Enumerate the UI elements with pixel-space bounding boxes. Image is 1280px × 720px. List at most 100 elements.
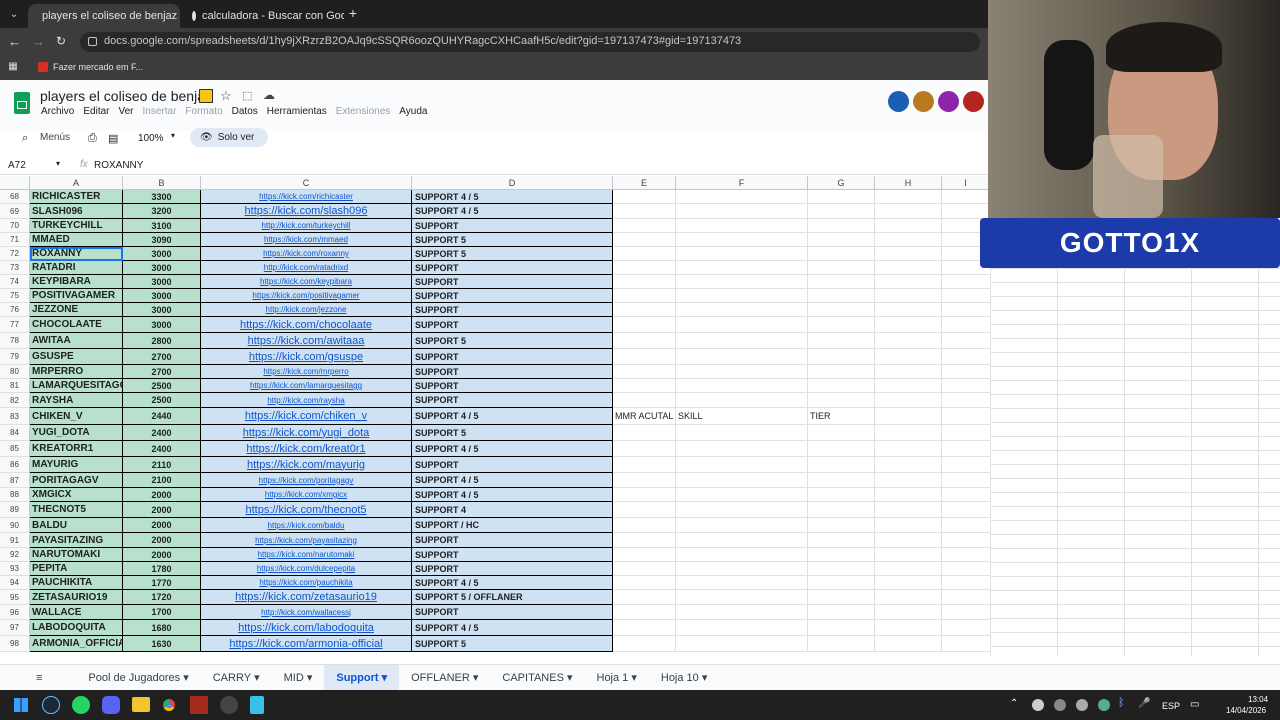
player-name-cell[interactable]: THECNOT5: [30, 502, 123, 518]
player-name-cell[interactable]: KEYPIBARA: [30, 275, 123, 289]
cell-f[interactable]: [676, 620, 808, 636]
row-number[interactable]: 83: [0, 408, 30, 425]
row-number[interactable]: 75: [0, 289, 30, 303]
tray-icon[interactable]: [1032, 699, 1044, 711]
column-header-h[interactable]: H: [875, 176, 942, 190]
cell-g[interactable]: [808, 502, 875, 518]
cell-e[interactable]: [613, 317, 676, 333]
cell-f[interactable]: [676, 289, 808, 303]
cell-h[interactable]: [875, 261, 942, 275]
player-name-cell[interactable]: AWITAA: [30, 333, 123, 349]
cell-f[interactable]: [676, 488, 808, 502]
role-cell[interactable]: SUPPORT: [412, 317, 613, 333]
chrome-icon[interactable]: [160, 696, 178, 714]
kick-link-cell[interactable]: https://kick.com/xmgicx: [201, 488, 412, 502]
cell-e[interactable]: [613, 289, 676, 303]
cell-i[interactable]: [942, 204, 990, 219]
role-cell[interactable]: SUPPORT 4 / 5: [412, 441, 613, 457]
cell-g[interactable]: [808, 303, 875, 317]
cell-e[interactable]: [613, 204, 676, 219]
cell-h[interactable]: [875, 365, 942, 379]
mmr-cell[interactable]: 3100: [123, 219, 201, 233]
cell-g[interactable]: [808, 441, 875, 457]
sheet-tab[interactable]: Pool de Jugadores ▾: [76, 665, 200, 691]
cell-g[interactable]: [808, 636, 875, 652]
mmr-cell[interactable]: 3000: [123, 275, 201, 289]
role-cell[interactable]: SUPPORT 4 / 5: [412, 620, 613, 636]
row-number[interactable]: 86: [0, 457, 30, 473]
role-cell[interactable]: SUPPORT: [412, 379, 613, 393]
mmr-cell[interactable]: 2000: [123, 518, 201, 533]
browser-tab-search[interactable]: calculadora - Buscar con Googl: [184, 4, 344, 28]
cell-e[interactable]: [613, 219, 676, 233]
sheet-tab[interactable]: Hoja 10 ▾: [649, 665, 720, 691]
steam-icon[interactable]: [42, 696, 60, 714]
cell-g[interactable]: [808, 425, 875, 441]
tray-icon[interactable]: [1076, 699, 1088, 711]
role-cell[interactable]: SUPPORT 4: [412, 502, 613, 518]
role-cell[interactable]: SUPPORT: [412, 261, 613, 275]
cell-f[interactable]: [676, 204, 808, 219]
cell-g[interactable]: [808, 590, 875, 605]
row-number[interactable]: 96: [0, 605, 30, 620]
cell-h[interactable]: [875, 333, 942, 349]
role-cell[interactable]: SUPPORT 5: [412, 425, 613, 441]
cell-f[interactable]: [676, 548, 808, 562]
cell-e[interactable]: [613, 365, 676, 379]
cell-i[interactable]: [942, 289, 990, 303]
bluetooth-icon[interactable]: ᛒ: [1118, 697, 1125, 709]
mmr-cell[interactable]: 2440: [123, 408, 201, 425]
avatar[interactable]: [913, 91, 934, 112]
role-cell[interactable]: SUPPORT / HC: [412, 518, 613, 533]
player-name-cell[interactable]: WALLACE: [30, 605, 123, 620]
mmr-cell[interactable]: 1720: [123, 590, 201, 605]
cell-h[interactable]: [875, 488, 942, 502]
row-number[interactable]: 80: [0, 365, 30, 379]
cell-e[interactable]: [613, 605, 676, 620]
cell-i[interactable]: [942, 408, 990, 425]
row-number[interactable]: 82: [0, 393, 30, 408]
cell-f[interactable]: [676, 333, 808, 349]
whatsapp-icon[interactable]: [72, 696, 90, 714]
role-cell[interactable]: SUPPORT 5: [412, 636, 613, 652]
player-name-cell[interactable]: CHOCOLAATE: [30, 317, 123, 333]
kick-link-cell[interactable]: https://kick.com/zetasaurio19: [201, 590, 412, 605]
player-name-cell[interactable]: RATADRI: [30, 261, 123, 275]
discord-icon[interactable]: [102, 696, 120, 714]
cell-e[interactable]: [613, 576, 676, 590]
mmr-cell[interactable]: 2400: [123, 441, 201, 457]
menu-formato[interactable]: Formato: [185, 106, 222, 117]
cell-h[interactable]: [875, 576, 942, 590]
avatar[interactable]: [963, 91, 984, 112]
cell-h[interactable]: [875, 518, 942, 533]
kick-link-cell[interactable]: https://kick.com/thecnot5: [201, 502, 412, 518]
cell-g[interactable]: [808, 488, 875, 502]
player-name-cell[interactable]: PAUCHIKITA: [30, 576, 123, 590]
cell-f[interactable]: [676, 562, 808, 576]
cell-h[interactable]: [875, 605, 942, 620]
new-tab-icon[interactable]: +: [346, 5, 360, 21]
mmr-cell[interactable]: 1770: [123, 576, 201, 590]
kick-link-cell[interactable]: https://kick.com/positivagamer: [201, 289, 412, 303]
site-info-icon[interactable]: [88, 37, 97, 46]
kick-link-cell[interactable]: http://kick.com/turkeychill: [201, 219, 412, 233]
mmr-cell[interactable]: 2110: [123, 457, 201, 473]
player-name-cell[interactable]: MRPERRO: [30, 365, 123, 379]
cell-f[interactable]: [676, 303, 808, 317]
mmr-cell[interactable]: 2000: [123, 488, 201, 502]
cell-f[interactable]: [676, 590, 808, 605]
cell-g[interactable]: [808, 317, 875, 333]
mmr-cell[interactable]: 3000: [123, 261, 201, 275]
cell-h[interactable]: [875, 408, 942, 425]
cell-i[interactable]: [942, 441, 990, 457]
cell-g[interactable]: [808, 548, 875, 562]
chevron-up-icon[interactable]: ⌃: [1010, 698, 1018, 709]
cell-e[interactable]: [613, 425, 676, 441]
all-sheets-icon[interactable]: ≡: [24, 665, 54, 691]
cell-e[interactable]: [613, 457, 676, 473]
cell-g[interactable]: [808, 605, 875, 620]
cell-h[interactable]: [875, 473, 942, 488]
cell-i[interactable]: [942, 533, 990, 548]
row-number[interactable]: 97: [0, 620, 30, 636]
role-cell[interactable]: SUPPORT 5: [412, 333, 613, 349]
